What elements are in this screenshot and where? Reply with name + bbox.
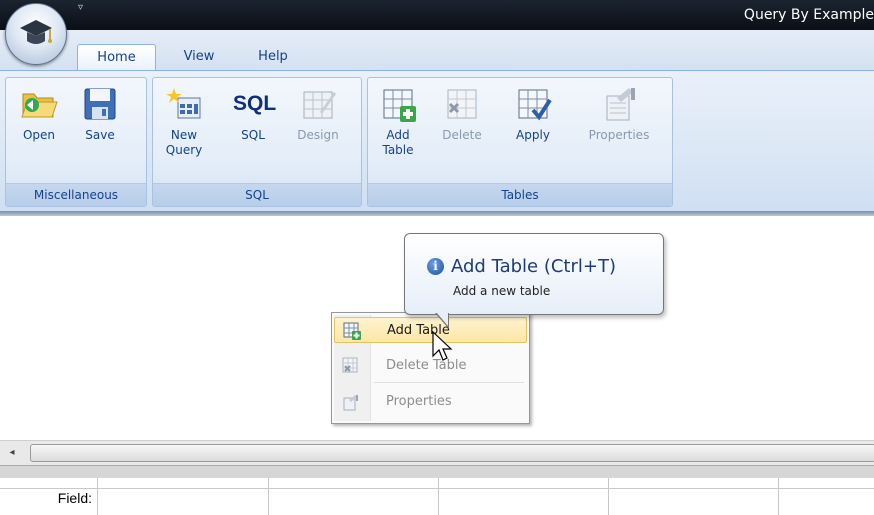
context-menu-item-properties[interactable]: Properties bbox=[334, 389, 527, 415]
properties-icon bbox=[606, 88, 635, 121]
scroll-left-arrow-icon[interactable]: ◂ bbox=[4, 445, 20, 461]
quick-access-toolbar-menu[interactable]: ▿ bbox=[78, 2, 92, 16]
grid-column-divider bbox=[608, 478, 609, 515]
design-button[interactable]: Design bbox=[288, 84, 348, 143]
ribbon-tab-strip: Home View Help bbox=[0, 30, 874, 71]
properties-button[interactable]: Properties bbox=[578, 84, 660, 143]
sql-button-label: SQL bbox=[241, 128, 265, 142]
design-grid-icon bbox=[303, 91, 336, 119]
new-query-button-label: New Query bbox=[165, 128, 203, 157]
info-icon: i bbox=[427, 258, 444, 275]
save-button[interactable]: Save bbox=[76, 84, 124, 143]
open-button-label: Open bbox=[22, 128, 56, 142]
group-label-tables: Tables bbox=[368, 183, 672, 206]
group-label-miscellaneous: Miscellaneous bbox=[6, 183, 146, 206]
add-table-button[interactable]: Add Table bbox=[376, 84, 420, 158]
add-table-tooltip: i Add Table (Ctrl+T) Add a new table bbox=[404, 233, 664, 329]
application-button[interactable] bbox=[5, 3, 67, 65]
horizontal-scrollbar[interactable]: ◂ bbox=[0, 440, 874, 465]
tab-view[interactable]: View bbox=[168, 44, 230, 70]
add-table-icon bbox=[383, 89, 416, 122]
tab-home[interactable]: Home bbox=[77, 44, 156, 71]
delete-table-button[interactable]: Delete bbox=[434, 84, 490, 143]
apply-table-icon bbox=[518, 89, 552, 121]
graduation-cap-icon bbox=[20, 20, 52, 44]
design-button-label: Design bbox=[297, 128, 339, 142]
new-query-icon bbox=[166, 88, 201, 119]
grid-column-divider bbox=[438, 478, 439, 515]
add-table-button-label: Add Table bbox=[382, 128, 414, 157]
grid-header-row bbox=[0, 478, 874, 489]
new-query-button[interactable]: New Query bbox=[161, 84, 207, 158]
scrollbar-thumb[interactable] bbox=[30, 444, 874, 462]
apply-button[interactable]: Apply bbox=[510, 84, 556, 143]
context-menu-item-label: Properties bbox=[386, 394, 452, 409]
floppy-disk-icon bbox=[84, 88, 116, 120]
tooltip-description: Add a new table bbox=[453, 284, 551, 298]
folder-open-icon bbox=[21, 93, 58, 118]
grid-column-divider bbox=[97, 478, 98, 515]
grid-row-label-field: Field: bbox=[57, 490, 92, 506]
context-menu: Add Table Delete Table Properties bbox=[331, 312, 530, 424]
query-grid: Field: bbox=[0, 478, 874, 515]
sql-text-icon: SQL bbox=[233, 92, 277, 115]
delete-table-button-label: Delete bbox=[442, 128, 482, 142]
group-sql: New Query SQL SQL Design SQL bbox=[152, 77, 362, 207]
window-title: Query By Example bbox=[743, 7, 874, 23]
add-table-icon bbox=[343, 322, 361, 340]
grid-column-divider bbox=[268, 478, 269, 515]
properties-button-label: Properties bbox=[588, 128, 650, 142]
delete-table-icon bbox=[447, 89, 477, 119]
save-button-label: Save bbox=[85, 128, 115, 142]
group-tables: Add Table Delete Apply Properties Tables bbox=[367, 77, 673, 207]
properties-icon bbox=[343, 395, 358, 411]
context-menu-item-label: Delete Table bbox=[386, 358, 467, 373]
sql-button[interactable]: SQL SQL bbox=[231, 84, 277, 143]
mouse-cursor-icon bbox=[432, 330, 453, 361]
pane-splitter[interactable] bbox=[0, 465, 874, 478]
grid-column-divider bbox=[778, 478, 779, 515]
open-button[interactable]: Open bbox=[14, 84, 64, 143]
tab-help[interactable]: Help bbox=[248, 44, 298, 70]
group-label-sql: SQL bbox=[153, 183, 361, 206]
group-miscellaneous: Open Save Miscellaneous bbox=[5, 77, 147, 207]
title-bar: ▿ Query By Example bbox=[0, 0, 874, 30]
apply-button-label: Apply bbox=[516, 128, 550, 142]
context-menu-separator bbox=[374, 382, 524, 383]
tooltip-title: Add Table (Ctrl+T) bbox=[451, 256, 616, 277]
tooltip-tail-inner bbox=[436, 312, 448, 326]
ribbon: Open Save Miscellaneous New Query SQL SQ… bbox=[0, 70, 874, 212]
delete-table-icon bbox=[342, 357, 358, 373]
